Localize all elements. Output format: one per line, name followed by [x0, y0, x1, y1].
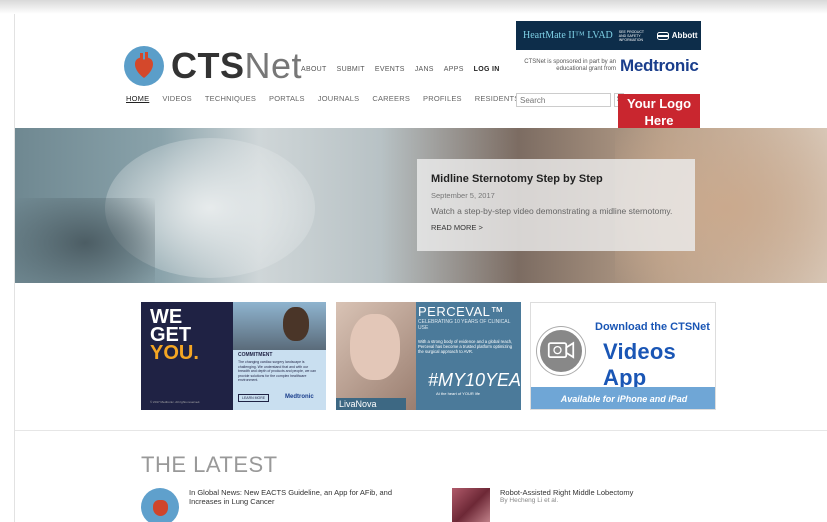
nav-portals[interactable]: PORTALS	[269, 94, 305, 103]
site-name: CTSNet	[171, 45, 303, 86]
perceval-title: PERCEVAL™	[418, 304, 504, 319]
hero-description: Watch a step-by-step video demonstrating…	[431, 206, 673, 216]
nav-login[interactable]: LOG IN	[474, 66, 500, 73]
patient-photo	[336, 302, 416, 410]
nav-home[interactable]: HOME	[126, 94, 149, 103]
hero-date: September 5, 2017	[431, 191, 495, 200]
hero-title[interactable]: Midline Sternotomy Step by Step	[431, 173, 681, 185]
videos-app-availability: Available for iPhone and iPad	[531, 387, 715, 409]
livanova-logo: LivaNova	[336, 398, 406, 410]
search-input[interactable]	[516, 93, 611, 107]
hero-feature-card: Midline Sternotomy Step by Step Septembe…	[417, 159, 695, 251]
heart-thumbnail-icon	[141, 488, 179, 522]
nav-jans[interactable]: JANS	[415, 66, 434, 73]
nav-about[interactable]: ABOUT	[301, 66, 327, 73]
medtronic-ad-headline: WE GET YOU.	[150, 306, 199, 364]
surgeon-photo	[233, 302, 326, 350]
ctsnet-logo[interactable]: CTSNet	[123, 44, 302, 88]
sponsor-text: CTSNet is sponsored in part by an educat…	[524, 59, 616, 72]
hero-photo-shadow	[15, 198, 155, 283]
hero-banner[interactable]: Midline Sternotomy Step by Step Septembe…	[15, 128, 827, 283]
nav-events[interactable]: EVENTS	[375, 66, 405, 73]
medtronic-ad-heading: COMMITMENT	[238, 352, 273, 358]
list-item[interactable]: In Global News: New EACTS Guideline, an …	[141, 488, 409, 522]
top-nav: ABOUT SUBMIT EVENTS JANS APPS LOG IN	[301, 66, 500, 73]
sponsor-block: CTSNet is sponsored in part by an educat…	[516, 56, 701, 76]
nav-residents[interactable]: RESIDENTS	[475, 94, 520, 103]
medtronic-logo[interactable]: Medtronic	[620, 56, 699, 76]
surgery-thumbnail	[452, 488, 490, 522]
nav-careers[interactable]: CAREERS	[372, 94, 410, 103]
perceval-tagline: At the heart of YOUR life	[436, 391, 480, 396]
your-logo-placeholder: Your Logo Here	[618, 94, 700, 130]
videos-app-ad[interactable]: Download the CTSNet Videos App Available…	[530, 302, 716, 410]
perceval-ad[interactable]: PERCEVAL™ CELEBRATING 10 YEARS OF CLINIC…	[336, 302, 521, 410]
list-item-byline: By Hecheng Li et al.	[500, 497, 559, 504]
abbott-brand: Abbott	[656, 31, 698, 40]
nav-submit[interactable]: SUBMIT	[337, 66, 365, 73]
perceval-years: #MY10YEARS	[428, 370, 521, 390]
hero-read-more-link[interactable]: READ MORE >	[431, 223, 681, 232]
nav-profiles[interactable]: PROFILES	[423, 94, 462, 103]
medtronic-ad-body: The changing cardiac surgery landscape i…	[238, 360, 317, 382]
nav-journals[interactable]: JOURNALS	[318, 94, 360, 103]
medtronic-learn-more-button[interactable]: LEARN MORE	[238, 394, 270, 402]
abbott-logo-icon	[656, 31, 669, 40]
heart-logo-icon	[124, 46, 164, 86]
latest-heading: THE LATEST	[141, 452, 278, 477]
nav-videos[interactable]: VIDEOS	[162, 94, 192, 103]
main-nav: HOME VIDEOS TECHNIQUES PORTALS JOURNALS …	[126, 94, 519, 103]
videos-app-title: Videos App	[603, 339, 676, 390]
section-divider	[15, 430, 827, 431]
browser-top-shadow	[0, 0, 827, 14]
medtronic-ad-panel: COMMITMENT The changing cardiac surgery …	[233, 302, 326, 410]
nav-techniques[interactable]: TECHNIQUES	[205, 94, 256, 103]
video-camera-heart-icon	[537, 327, 585, 375]
perceval-body: With a strong body of evidence and a glo…	[418, 339, 513, 354]
nav-apps[interactable]: APPS	[444, 66, 464, 73]
list-item[interactable]: Robot-Assisted Right Middle Lobectomy By…	[452, 488, 633, 522]
heartmate-ad-banner[interactable]: HeartMate II™ LVAD SEE PRODUCT AND SAFET…	[516, 21, 701, 50]
medtronic-ad[interactable]: WE GET YOU. © 2017 Medtronic. All rights…	[141, 302, 326, 410]
heartmate-title: HeartMate II™ LVAD	[523, 30, 613, 41]
videos-app-download-text: Download the CTSNet	[595, 321, 710, 333]
camera-icon	[547, 341, 575, 359]
heartmate-safety-info: SEE PRODUCT AND SAFETY INFORMATION	[618, 29, 644, 42]
list-item-title[interactable]: In Global News: New EACTS Guideline, an …	[189, 488, 409, 522]
abbott-name: Abbott	[671, 31, 698, 40]
list-item-title[interactable]: Robot-Assisted Right Middle Lobectomy	[500, 488, 633, 497]
medtronic-ad-brand: Medtronic	[285, 394, 314, 400]
medtronic-ad-footer: © 2017 Medtronic. All rights reserved.	[150, 400, 201, 404]
perceval-subtitle: CELEBRATING 10 YEARS OF CLINICAL USE	[418, 319, 511, 331]
